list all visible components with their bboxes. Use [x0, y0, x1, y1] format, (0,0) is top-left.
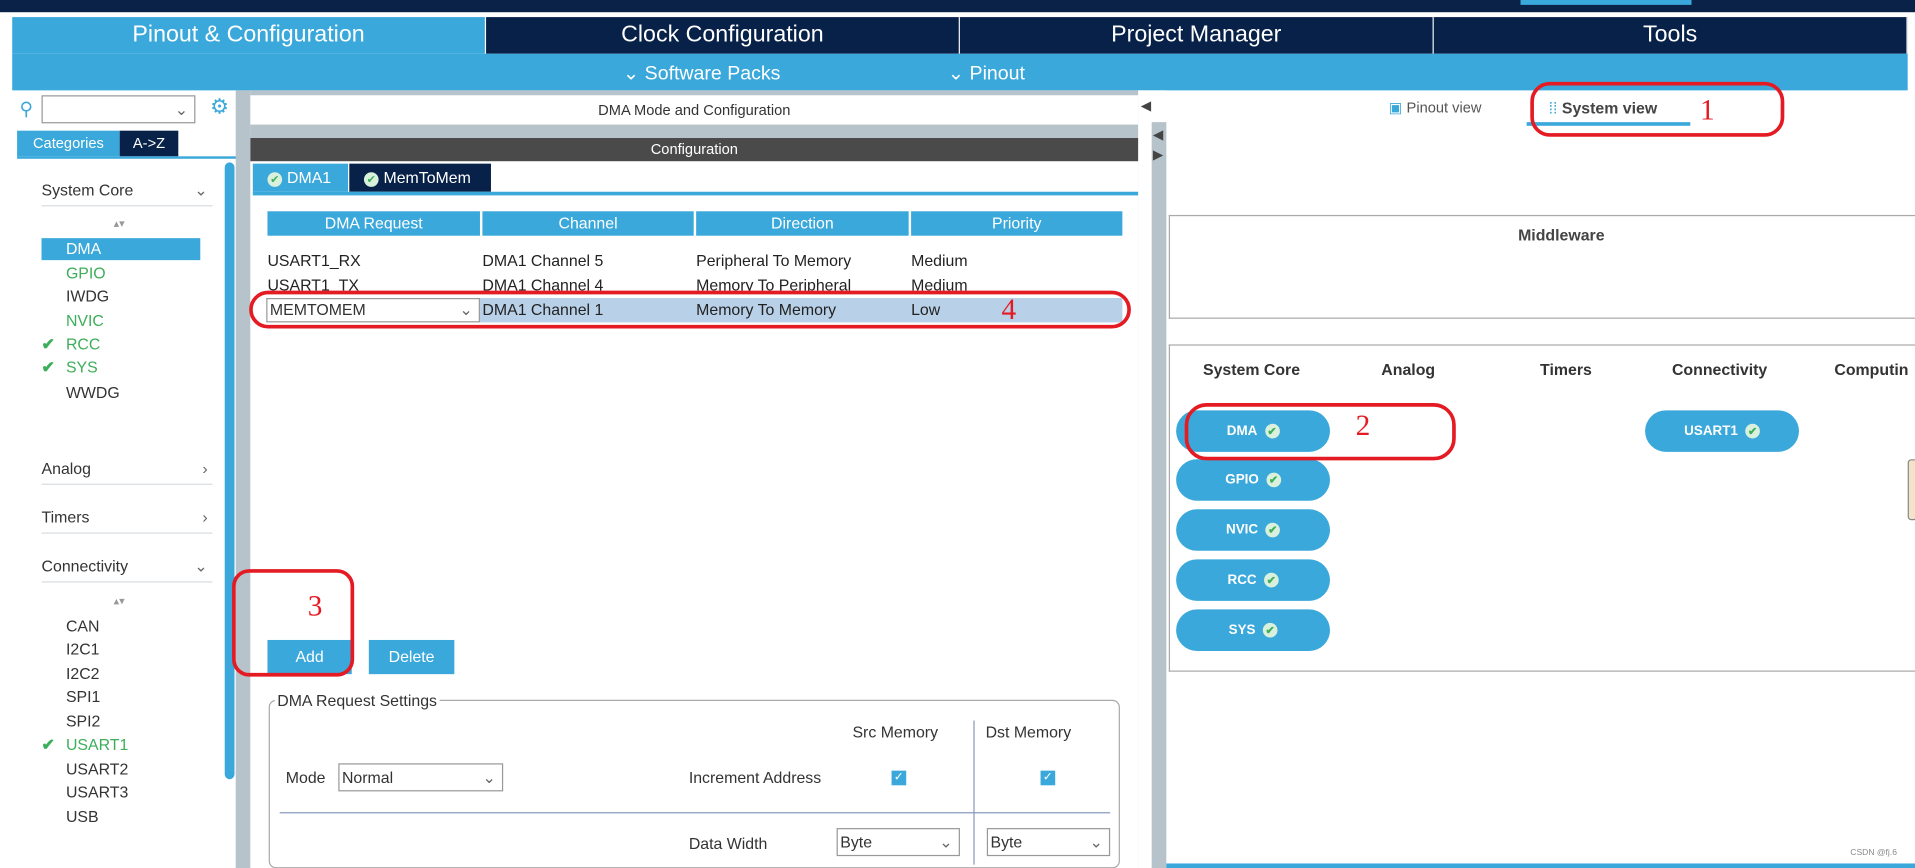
sys-pill[interactable]: SYS ✔ — [1176, 609, 1330, 651]
configuration-header: Configuration — [250, 138, 1139, 162]
annotation-number-1: 1 — [1700, 95, 1715, 128]
check-circle-icon: ✔ — [1262, 622, 1278, 638]
list-item-sys[interactable]: ✔ SYS — [42, 358, 98, 376]
category-system-core[interactable]: System Core ⌄ — [41, 181, 213, 207]
annotation-number-4: 4 — [1001, 294, 1017, 327]
title-strip — [0, 0, 1915, 13]
list-item-spi2[interactable]: SPI2 — [66, 712, 100, 730]
mode-label: Mode — [285, 768, 326, 787]
src-data-width-select[interactable]: Byte ⌄ — [836, 828, 960, 857]
middleware-title: Middleware — [1518, 225, 1605, 245]
column-channel[interactable]: Channel — [482, 211, 694, 236]
check-icon: ✔ — [41, 334, 55, 353]
cell: DMA1 Channel 5 — [482, 251, 604, 270]
expand-right-icon[interactable]: ▶ — [1153, 147, 1163, 163]
category-connectivity[interactable]: Connectivity ⌄ — [41, 557, 213, 583]
annotation-ellipse-2 — [1184, 403, 1456, 461]
mode-select[interactable]: Normal ⌄ — [338, 763, 504, 792]
dst-memory-label: Dst Memory — [985, 723, 1072, 742]
column-dma-request[interactable]: DMA Request — [267, 211, 480, 236]
nvic-pill[interactable]: NVIC ✔ — [1176, 509, 1330, 551]
column-direction[interactable]: Direction — [696, 211, 909, 236]
tab-clock-configuration[interactable]: Clock Configuration — [486, 17, 960, 54]
annotation-number-3: 3 — [307, 591, 323, 623]
tab-tools[interactable]: Tools — [1433, 17, 1908, 54]
category-timers[interactable]: Timers › — [41, 508, 213, 534]
list-item-usart3[interactable]: USART3 — [66, 783, 128, 801]
tab-dma1[interactable]: ✔ DMA1 — [252, 163, 349, 192]
list-item-gpio[interactable]: GPIO — [66, 264, 106, 282]
column-analog: Analog — [1381, 360, 1436, 379]
rcc-pill[interactable]: RCC ✔ — [1176, 559, 1330, 601]
list-item-wwdg[interactable]: WWDG — [66, 383, 120, 401]
gear-icon[interactable]: ⚙ — [210, 95, 229, 119]
search-input[interactable]: ⌄ — [41, 95, 196, 124]
sort-icon[interactable]: ▴▾ — [114, 217, 125, 230]
tab-categories[interactable]: Categories — [17, 130, 120, 157]
cell: USART1_RX — [267, 251, 361, 270]
dst-increment-checkbox[interactable]: ✓ — [1040, 770, 1056, 786]
column-connectivity: Connectivity — [1671, 360, 1768, 379]
check-circle-icon: ✔ — [363, 172, 379, 187]
annotation-ellipse-3 — [232, 569, 355, 677]
delete-button[interactable]: Delete — [368, 639, 455, 675]
tab-a-z[interactable]: A->Z — [119, 130, 179, 157]
cell: Peripheral To Memory — [696, 251, 852, 270]
list-item-rcc[interactable]: ✔ RCC — [42, 335, 101, 353]
splitter[interactable] — [1151, 122, 1167, 868]
check-icon: ✔ — [41, 735, 55, 754]
side-handle[interactable] — [1907, 459, 1915, 521]
annotation-ellipse-1 — [1530, 81, 1785, 137]
software-packs-menu[interactable]: ⌄ Software Packs — [623, 61, 781, 85]
sort-icon[interactable]: ▴▾ — [114, 595, 125, 608]
annotation-ellipse-4 — [249, 290, 1131, 329]
check-icon: ✔ — [41, 357, 55, 377]
usart1-pill[interactable]: USART1 ✔ — [1645, 410, 1799, 452]
check-circle-icon: ✔ — [267, 172, 283, 187]
column-computing: Computin — [1834, 360, 1909, 379]
watermark: CSDN @fj.6 — [1850, 848, 1897, 858]
panel-divider[interactable] — [235, 90, 251, 868]
panel-title: DMA Mode and Configuration — [250, 95, 1139, 125]
pinout-menu[interactable]: ⌄ Pinout — [948, 61, 1025, 85]
column-priority[interactable]: Priority — [911, 211, 1123, 236]
collapse-left-icon[interactable]: ◀ — [1141, 98, 1151, 114]
check-circle-icon: ✔ — [1266, 472, 1281, 488]
list-item-usart1[interactable]: ✔ USART1 — [42, 735, 129, 753]
list-item-iwdg[interactable]: IWDG — [66, 287, 109, 305]
search-icon: ⚲ — [19, 98, 33, 120]
collapse-left-icon[interactable]: ◀ — [1153, 127, 1163, 143]
check-circle-icon: ✔ — [1265, 522, 1281, 538]
check-circle-icon: ✔ — [1745, 423, 1760, 439]
list-item-usb[interactable]: USB — [66, 807, 99, 825]
list-item-usart2[interactable]: USART2 — [66, 760, 128, 778]
list-item-nvic[interactable]: NVIC — [66, 311, 104, 329]
tab-pinout-configuration[interactable]: Pinout & Configuration — [12, 17, 487, 54]
increment-address-label: Increment Address — [688, 768, 822, 787]
chip-icon: ▣ — [1388, 98, 1403, 117]
stm32cubemx-window: Pinout & Configuration Clock Configurati… — [0, 0, 1915, 868]
settings-legend: DMA Request Settings — [274, 691, 440, 710]
category-analog[interactable]: Analog › — [41, 459, 213, 485]
list-item-dma[interactable]: DMA — [66, 239, 101, 257]
column-system-core: System Core — [1202, 360, 1301, 379]
list-item-i2c1[interactable]: I2C1 — [66, 640, 100, 658]
src-memory-label: Src Memory — [852, 723, 939, 742]
tab-memtomem[interactable]: ✔ MemToMem — [349, 163, 491, 192]
list-item-can[interactable]: CAN — [66, 617, 100, 635]
column-timers: Timers — [1540, 360, 1592, 379]
gpio-pill[interactable]: GPIO ✔ — [1176, 459, 1330, 501]
data-width-label: Data Width — [688, 834, 768, 853]
pinout-view-tab[interactable]: ▣ Pinout view — [1389, 99, 1482, 116]
annotation-number-2: 2 — [1355, 410, 1371, 443]
src-increment-checkbox[interactable]: ✓ — [891, 770, 907, 786]
tab-project-manager[interactable]: Project Manager — [959, 17, 1434, 54]
check-circle-icon: ✔ — [1263, 572, 1279, 588]
list-item-spi1[interactable]: SPI1 — [66, 688, 100, 706]
left-scrollbar[interactable] — [224, 162, 235, 780]
cell: Medium — [911, 251, 968, 270]
dst-data-width-select[interactable]: Byte ⌄ — [986, 828, 1111, 857]
list-item-i2c2[interactable]: I2C2 — [66, 664, 100, 682]
